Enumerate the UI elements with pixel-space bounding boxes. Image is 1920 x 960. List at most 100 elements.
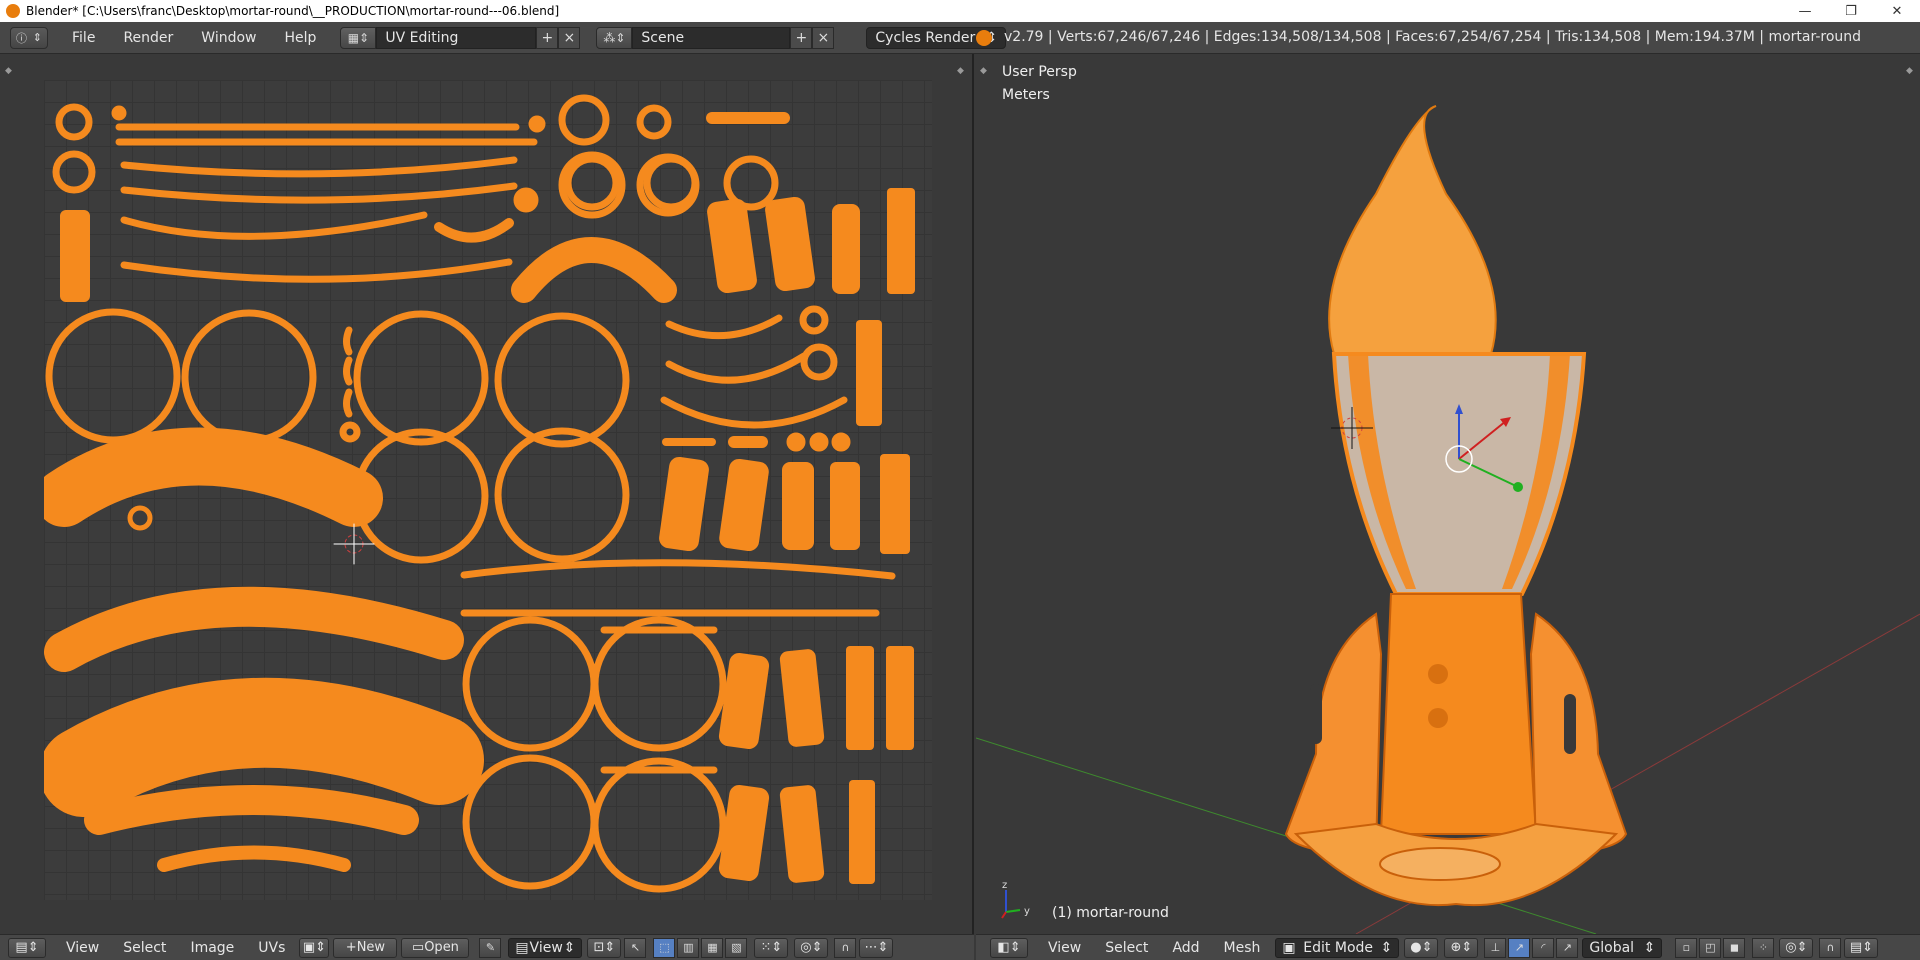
uv-island <box>462 754 598 890</box>
uv-island <box>44 586 464 672</box>
editor-type-selector[interactable]: ⓘ ⇕ <box>10 26 48 49</box>
translate-manipulator[interactable]: ↗ <box>1508 937 1531 958</box>
plus-icon: + <box>541 29 554 46</box>
uv-island <box>665 352 808 384</box>
blender-version-icon <box>976 30 992 46</box>
orientation-dropdown[interactable]: Global ⇕ <box>1582 937 1663 958</box>
3d-menu-add[interactable]: Add <box>1160 940 1211 956</box>
pivot-dropdown[interactable]: ⊡⇕ <box>587 937 622 958</box>
uv-menu-image[interactable]: Image <box>178 940 246 956</box>
add-screen-button[interactable]: + <box>536 26 559 49</box>
open-image-label: Open <box>424 940 459 955</box>
uv-island <box>434 218 514 243</box>
info-icon: ⓘ <box>16 31 27 45</box>
arrow-icon: ↗ <box>1514 941 1525 954</box>
mortar-mesh <box>1284 105 1628 907</box>
open-image-button[interactable]: ▭ Open <box>401 937 470 958</box>
rotate-manipulator[interactable]: ◜ <box>1532 937 1555 958</box>
menu-window[interactable]: Window <box>187 30 270 46</box>
menu-render[interactable]: Render <box>109 30 187 46</box>
chevron-updown-icon: ⇕ <box>563 939 576 956</box>
snap-toggle[interactable]: ∩ <box>834 937 857 958</box>
mesh-hole <box>1428 664 1448 684</box>
mode-dropdown[interactable]: ▣ Edit Mode ⇕ <box>1275 937 1400 958</box>
face-select-icon: ◼ <box>1729 941 1739 954</box>
3d-menu-mesh[interactable]: Mesh <box>1212 940 1273 956</box>
layer-button[interactable]: ▫ <box>1675 937 1698 958</box>
uv-image-editor[interactable]: ◆ ◆ <box>0 54 974 934</box>
uv-editor-type-selector[interactable]: ▤⇕ <box>8 937 46 958</box>
3d-menu-select[interactable]: Select <box>1093 940 1160 956</box>
menu-help[interactable]: Help <box>270 30 330 46</box>
uv-island <box>809 432 829 452</box>
uv-island <box>460 559 896 580</box>
3d-menu-view[interactable]: View <box>1036 940 1093 956</box>
uv-menu-uvs[interactable]: UVs <box>246 940 297 956</box>
face-select-button[interactable]: ◼ <box>1723 937 1746 958</box>
edge-icon: ▥ <box>683 941 694 954</box>
fin-slot <box>1564 694 1576 754</box>
3d-viewport[interactable]: ◆ ◆ User Persp Meters z y (1) mortar-rou… <box>976 54 1920 934</box>
sync-selection-toggle[interactable]: ↖ <box>624 937 647 958</box>
uv-island <box>856 320 882 426</box>
uv-canvas[interactable] <box>35 80 932 900</box>
edge-select-mode[interactable]: ▥ <box>677 937 700 958</box>
scene-field[interactable]: Scene <box>632 26 791 49</box>
pin-button[interactable]: ✎ <box>479 937 502 958</box>
face-select-mode[interactable]: ▦ <box>701 937 724 958</box>
snap-toggle-3d[interactable]: ∩ <box>1819 937 1842 958</box>
remove-screen-button[interactable]: × <box>558 26 581 49</box>
scene-icon-button[interactable]: ⁂⇕ <box>596 26 633 49</box>
pivot-point-dropdown[interactable]: ⊕⇕ <box>1444 937 1479 958</box>
uv-island <box>528 115 546 133</box>
uv-menu-view[interactable]: View <box>54 940 111 956</box>
scene-stats: v2.79 | Verts:67,246/67,246 | Edges:134,… <box>1004 29 1862 45</box>
info-header: ⓘ ⇕ File Render Window Help ▦⇕ UV Editing… <box>0 22 1920 54</box>
proportional-edit-dropdown[interactable]: ◎⇕ <box>794 937 829 958</box>
manipulator-icon: ⊥ <box>1490 941 1501 954</box>
viewport-scene: z y <box>976 105 1920 934</box>
screen-layout-field[interactable]: UV Editing <box>376 26 537 49</box>
sticky-mode-dropdown[interactable]: ⁙⇕ <box>754 937 789 958</box>
uv-mode-dropdown[interactable]: ▤ View ⇕ <box>508 937 583 958</box>
pin-icon: ✎ <box>485 941 496 954</box>
axis-gizmo-icon: z y <box>1001 880 1030 919</box>
mode-label: Edit Mode <box>1303 939 1374 956</box>
vertex-select-mode[interactable]: ⬚ <box>653 937 676 958</box>
manipulator-toggle[interactable]: ⊥ <box>1484 937 1507 958</box>
island-select-mode[interactable]: ▧ <box>725 937 748 958</box>
screen-layout-group: ▦⇕ UV Editing + × <box>340 26 581 49</box>
scale-manipulator[interactable]: ↗ <box>1556 937 1579 958</box>
close-button[interactable]: ✕ <box>1874 0 1920 22</box>
svg-text:z: z <box>1002 880 1007 891</box>
snap-target-dropdown[interactable]: ▤⇕ <box>1844 937 1879 958</box>
sticky-icon: ⁙⇕ <box>760 940 783 955</box>
title-bar: Blender* [C:\Users\franc\Desktop\mortar-… <box>0 0 1920 22</box>
blender-logo-icon <box>6 4 20 18</box>
expand-arrow-icon[interactable]: ◆ <box>957 66 967 76</box>
expand-arrow-icon[interactable]: ◆ <box>5 66 15 76</box>
chevron-updown-icon: ⇕ <box>1643 939 1656 956</box>
restore-button[interactable]: ❐ <box>1828 0 1874 22</box>
uv-island <box>799 305 829 335</box>
uv-menu-select[interactable]: Select <box>111 940 178 956</box>
solid-shading-icon: ●⇕ <box>1410 940 1433 955</box>
menu-file[interactable]: File <box>58 30 109 46</box>
proportional-dropdown-3d[interactable]: ◎⇕ <box>1779 937 1814 958</box>
render-engine-label: Cycles Render <box>875 29 976 46</box>
screen-layout-icon-button[interactable]: ▦⇕ <box>340 26 377 49</box>
browse-image-button[interactable]: ▣⇕ <box>299 937 330 958</box>
snap-element-dropdown[interactable]: ⋯⇕ <box>859 937 894 958</box>
uv-island <box>343 356 353 386</box>
uv-island <box>831 432 851 452</box>
occlude-geometry-toggle[interactable]: ⁘ <box>1752 937 1775 958</box>
3d-editor-type-selector[interactable]: ◧⇕ <box>990 937 1028 958</box>
add-scene-button[interactable]: + <box>790 26 813 49</box>
edge-select-button[interactable]: ◰ <box>1699 937 1722 958</box>
mesh-tail <box>1379 593 1538 835</box>
new-image-button[interactable]: + New <box>333 937 398 958</box>
new-image-label: New <box>356 940 386 955</box>
minimize-button[interactable]: — <box>1782 0 1828 22</box>
shading-dropdown[interactable]: ●⇕ <box>1404 937 1439 958</box>
remove-scene-button[interactable]: × <box>812 26 835 49</box>
